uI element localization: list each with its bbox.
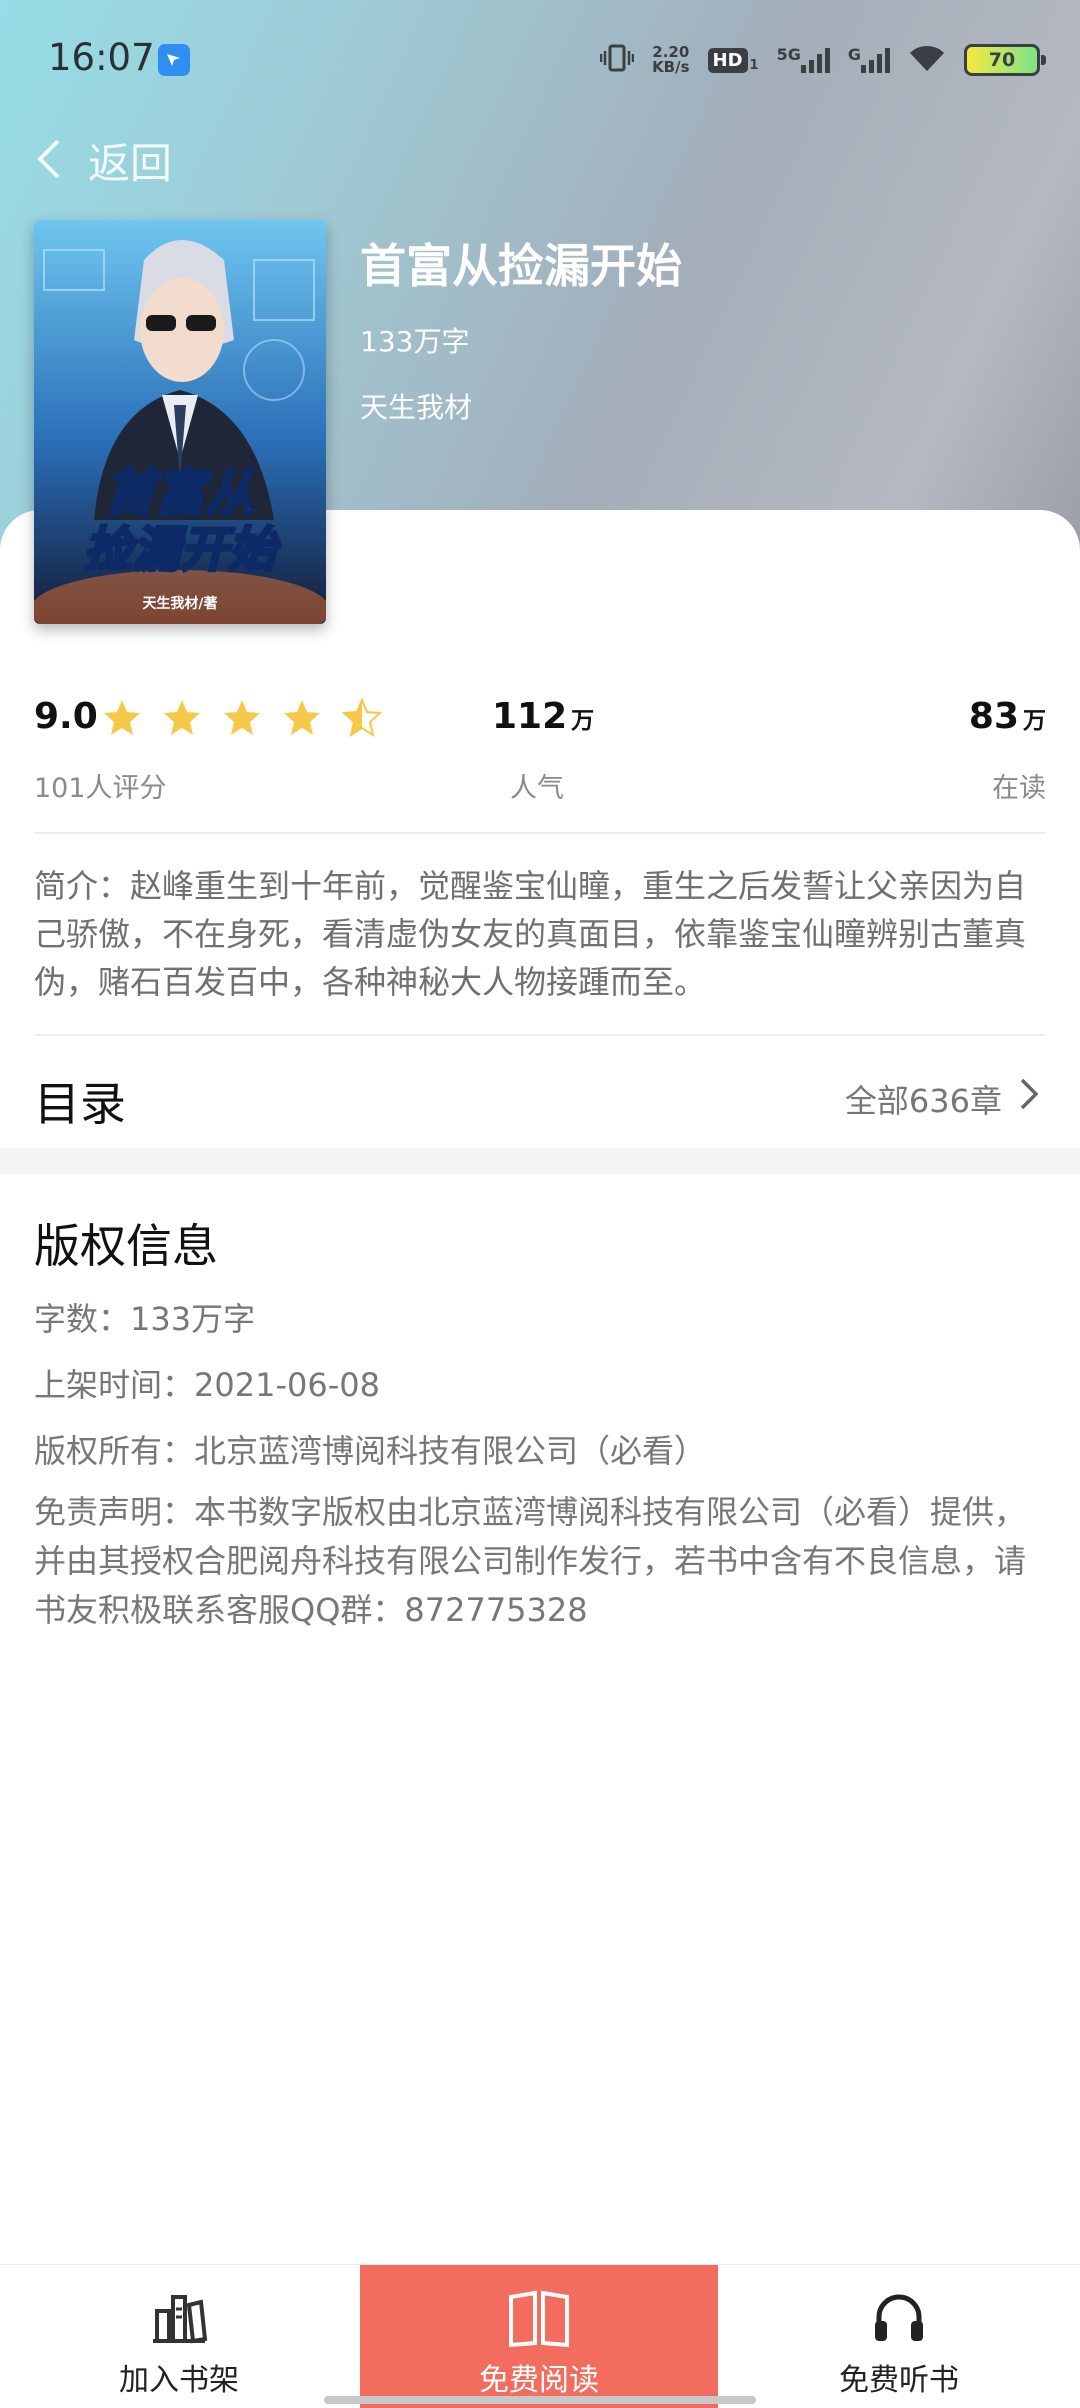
catalog-count: 全部636章 — [844, 1082, 1002, 1120]
bookshelf-icon — [149, 2289, 209, 2349]
rating-stars — [102, 698, 382, 738]
book-title: 首富从捡漏开始 — [360, 239, 682, 293]
home-indicator[interactable] — [324, 2396, 756, 2404]
back-button[interactable]: 返回 — [34, 130, 172, 191]
book-author: 天生我材 — [360, 391, 473, 424]
status-time: 16:07 — [48, 36, 155, 79]
net-5g-label: 5G — [776, 45, 801, 64]
net-g-label: G — [847, 45, 861, 64]
signal-5g: 5G — [777, 47, 830, 73]
popularity-unit: 万 — [571, 708, 595, 734]
headphones-icon — [871, 2289, 927, 2349]
copyright-words: 字数：133万字 — [34, 1300, 256, 1338]
reading-unit: 万 — [1023, 708, 1046, 734]
book-word-count: 133万字 — [360, 325, 470, 358]
copyright-title: 版权信息 — [34, 1219, 218, 1273]
catalog-title: 目录 — [34, 1077, 126, 1131]
section-separator — [0, 1148, 1080, 1174]
cover-author: 天生我材/著 — [142, 595, 217, 612]
cover-title-line2: 捡漏开始 — [84, 522, 281, 578]
divider — [34, 832, 1046, 834]
rating-score: 9.0 — [34, 696, 98, 737]
status-icons: 2.20 KB/s HD 1 5G G 70 — [599, 40, 1046, 80]
cover-title-line1: 首富从 — [105, 464, 255, 522]
signal-icon — [861, 47, 890, 73]
status-bar: 16:07 2.20 KB/s HD 1 5G G 70 — [0, 0, 1080, 120]
catalog-row[interactable]: 目录 全部636章 — [34, 1040, 1046, 1150]
rating-label: 101人评分 — [34, 773, 167, 804]
stats-row: 9.0 101人评分 112 万 人气 83 万 在读 — [34, 690, 1046, 810]
net-speed: 2.20 KB/s — [652, 45, 689, 75]
add-to-bookshelf-button[interactable]: 加入书架 — [0, 2265, 358, 2408]
free-listen-label: 免费听书 — [839, 2363, 959, 2398]
chevron-right-icon — [1018, 1076, 1040, 1116]
free-listen-button[interactable]: 免费听书 — [720, 2265, 1078, 2408]
bottom-action-bar: 加入书架 免费阅读 免费听书 — [0, 2264, 1080, 2408]
half-star-icon — [342, 698, 382, 738]
net-speed-unit: KB/s — [652, 58, 690, 76]
vibrate-icon — [599, 43, 635, 77]
copyright-owner: 版权所有：北京蓝湾博阅科技有限公司（必看） — [34, 1432, 707, 1470]
star-icon — [284, 700, 320, 735]
star-icon — [164, 700, 200, 735]
divider — [34, 1034, 1046, 1036]
reading-label: 在读 — [992, 773, 1046, 804]
star-icon — [224, 700, 260, 735]
reading-number: 83 — [968, 696, 1019, 737]
hd-indicator: HD 1 — [707, 47, 759, 73]
popularity-label: 人气 — [510, 773, 564, 804]
app-notification-icon — [158, 44, 190, 76]
copyright-publish-date: 上架时间：2021-06-08 — [34, 1366, 380, 1404]
battery-icon: 70 — [964, 44, 1046, 76]
copyright-disclaimer: 免责声明：本书数字版权由北京蓝湾博阅科技有限公司（必看）提供，并由其授权合肥阅舟… — [34, 1493, 1027, 1629]
open-book-icon — [507, 2289, 571, 2353]
book-cover[interactable]: 首富从 捡漏开始 天生我材/著 — [34, 220, 326, 624]
free-read-label: 免费阅读 — [479, 2363, 599, 2398]
hd-sub: 1 — [749, 57, 759, 73]
signal-icon — [800, 47, 830, 73]
bookshelf-label: 加入书架 — [119, 2363, 239, 2398]
cover-illustration: 首富从 捡漏开始 天生我材/著 — [34, 220, 326, 624]
popularity-value: 112 万 — [492, 696, 594, 737]
chevron-left-icon — [34, 135, 64, 187]
hd-badge: HD — [707, 47, 748, 73]
back-label: 返回 — [88, 139, 173, 188]
signal-g: G — [848, 47, 890, 73]
book-intro: 简介：赵峰重生到十年前，觉醒鉴宝仙瞳，重生之后发誓让父亲因为自己骄傲，不在身死，… — [34, 867, 1027, 1001]
free-read-button[interactable]: 免费阅读 — [360, 2265, 718, 2408]
star-icon — [104, 700, 140, 735]
popularity-number: 112 — [492, 696, 568, 737]
reading-value: 83 万 — [969, 696, 1046, 737]
wifi-icon — [908, 43, 946, 77]
